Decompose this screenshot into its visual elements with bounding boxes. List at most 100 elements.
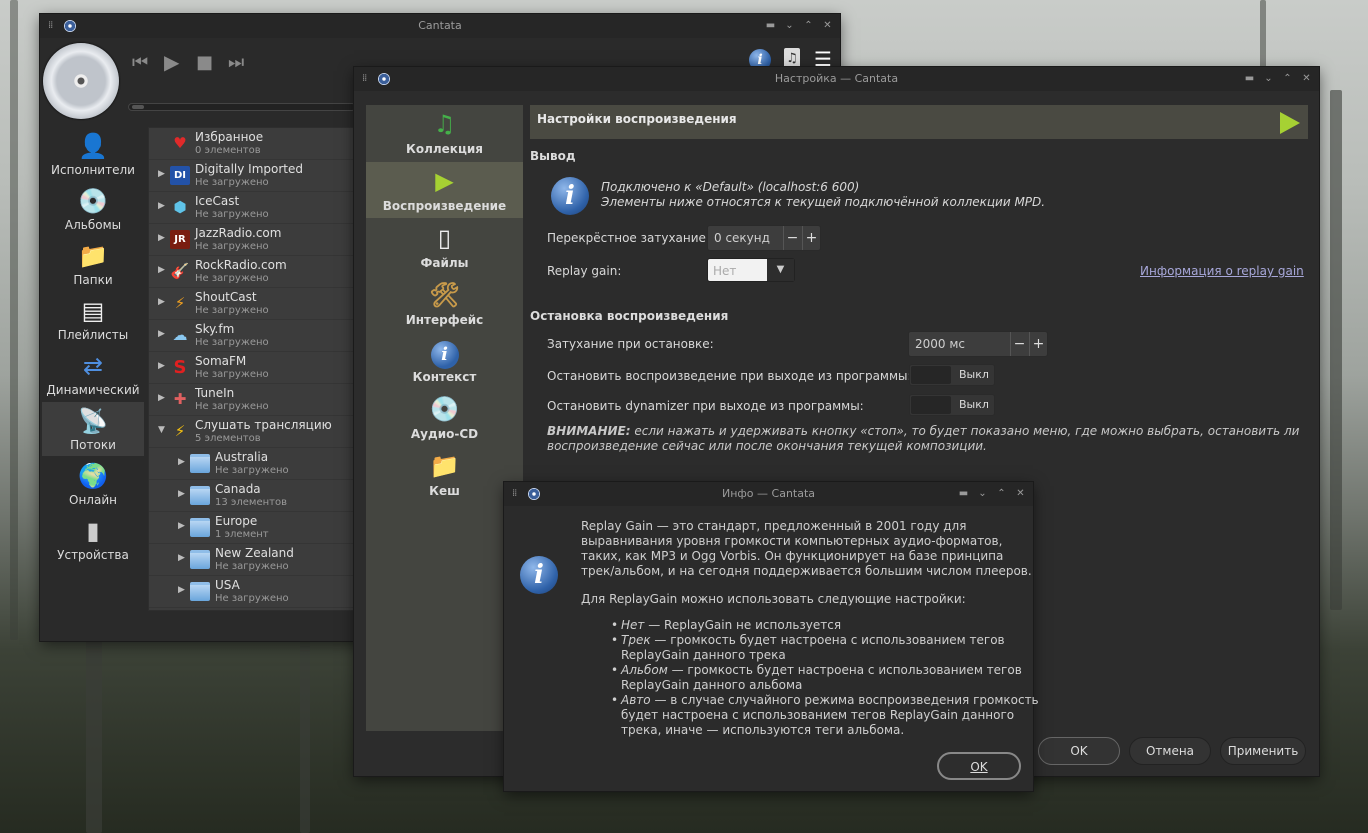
stream-item[interactable]: ▶ ☁ Sky.fm Не загружено: [149, 320, 353, 352]
replaygain-select[interactable]: Нет ▼: [707, 258, 795, 282]
chevron-right-icon[interactable]: ▶: [178, 489, 185, 499]
warning-text: ВНИМАНИЕ: если нажать и удерживать кнопк…: [547, 424, 1299, 438]
info-ok-button[interactable]: OK: [937, 752, 1021, 780]
chevron-right-icon[interactable]: ▶: [158, 201, 165, 211]
stream-item[interactable]: ▶ Europe 1 элемент: [149, 512, 353, 544]
minimize-button[interactable]: ▬: [764, 14, 777, 38]
close-button[interactable]: ✕: [1300, 67, 1313, 91]
warning-line-2: воспроизведение сейчас или после окончан…: [547, 439, 987, 453]
category-3[interactable]: 🛠 Интерфейс: [366, 276, 523, 332]
stream-name: Canada: [215, 482, 261, 496]
maximize-button[interactable]: ⌃: [802, 14, 815, 38]
chevron-right-icon[interactable]: ▶: [158, 265, 165, 275]
window-menu-grip[interactable]: ⁞⁞: [362, 67, 367, 91]
fadeout-spinbox[interactable]: 2000 мс − +: [908, 331, 1048, 357]
stream-item[interactable]: ▶ ⬢ IceCast Не загружено: [149, 192, 353, 224]
nav-item-5[interactable]: 📡 Потоки: [42, 402, 144, 456]
chevron-right-icon[interactable]: ▶: [158, 361, 165, 371]
nav-item-label: Устройства: [57, 548, 129, 562]
stream-name: USA: [215, 578, 240, 592]
stream-item[interactable]: ▶ S SomaFM Не загружено: [149, 352, 353, 384]
category-6[interactable]: 📁 Кеш: [366, 447, 523, 503]
chevron-right-icon[interactable]: ▶: [178, 553, 185, 563]
decrease-button[interactable]: −: [783, 226, 801, 250]
cantata-app-icon: [378, 73, 390, 85]
stream-item[interactable]: ▶ ✚ TuneIn Не загружено: [149, 384, 353, 416]
background-tree: [1330, 90, 1342, 610]
maximize-button[interactable]: ⌃: [995, 482, 1008, 506]
chevron-right-icon[interactable]: ▶: [158, 233, 165, 243]
stream-item[interactable]: ▶ 🎸 RockRadio.com Не загружено: [149, 256, 353, 288]
category-2[interactable]: ▯ Файлы: [366, 219, 523, 275]
stream-status: 13 элементов: [215, 497, 288, 508]
stream-item[interactable]: ▶ Canada 13 элементов: [149, 480, 353, 512]
close-button[interactable]: ✕: [1014, 482, 1027, 506]
nav-item-0[interactable]: 👤 Исполнители: [42, 127, 144, 181]
stream-item[interactable]: ▶ USA Не загружено: [149, 576, 353, 608]
minimize-button[interactable]: ▬: [957, 482, 970, 506]
increase-button[interactable]: +: [1029, 332, 1047, 356]
cancel-button[interactable]: Отмена: [1129, 737, 1211, 765]
nav-item-1[interactable]: 💿 Альбомы: [42, 182, 144, 236]
tunein-icon: ✚: [173, 390, 187, 408]
chevron-right-icon[interactable]: ▶: [158, 329, 165, 339]
stop-dynamizer-toggle[interactable]: Выкл: [909, 394, 995, 416]
stream-item[interactable]: ▶ ⚡ ShoutCast Не загружено: [149, 288, 353, 320]
next-track-button[interactable]: ⏭: [228, 52, 244, 73]
stream-item[interactable]: ♥ Избранное 0 элементов: [149, 128, 353, 160]
stream-item[interactable]: ▶ Australia Не загружено: [149, 448, 353, 480]
maximize-button[interactable]: ⌃: [1281, 67, 1294, 91]
stream-item[interactable]: ▶ New Zealand Не загружено: [149, 544, 353, 576]
window-menu-grip[interactable]: ⁞⁞: [512, 482, 517, 506]
nav-item-7[interactable]: ▮ Устройства: [42, 512, 144, 566]
info-text-line: ReplayGain данного трека: [621, 648, 786, 662]
chevron-right-icon[interactable]: ▶: [158, 169, 165, 179]
stream-status: Не загружено: [195, 369, 269, 380]
guitar-icon: 🎸: [170, 262, 190, 280]
increase-button[interactable]: +: [802, 226, 820, 250]
play-button[interactable]: ▶: [164, 50, 179, 74]
nav-item-4[interactable]: ⇄ Динамический: [42, 347, 144, 401]
folder-icon: [190, 582, 210, 601]
shade-button[interactable]: ⌄: [976, 482, 989, 506]
crossfade-spinbox[interactable]: 0 секунд − +: [707, 225, 821, 251]
shade-button[interactable]: ⌄: [783, 14, 796, 38]
nav-item-3[interactable]: ▤ Плейлисты: [42, 292, 144, 346]
category-1[interactable]: ▶ Воспроизведение: [366, 162, 523, 218]
apply-button[interactable]: Применить: [1220, 737, 1306, 765]
stream-item[interactable]: ▶ DI Digitally Imported Не загружено: [149, 160, 353, 192]
info-text-line: • Альбом — громкость будет настроена с и…: [611, 663, 1022, 678]
shade-button[interactable]: ⌄: [1262, 67, 1275, 91]
nav-item-6[interactable]: 🌍 Онлайн: [42, 457, 144, 511]
chevron-right-icon[interactable]: ▶: [158, 393, 165, 403]
category-5[interactable]: 💿 Аудио-CD: [366, 390, 523, 446]
chevron-down-icon[interactable]: ▼: [158, 425, 165, 435]
jazzradio-icon: JR: [170, 230, 190, 249]
decrease-button[interactable]: −: [1010, 332, 1028, 356]
ok-button[interactable]: OK: [1038, 737, 1120, 765]
close-button[interactable]: ✕: [821, 14, 834, 38]
category-4[interactable]: i Контекст: [366, 333, 523, 389]
minimize-button[interactable]: ▬: [1243, 67, 1256, 91]
stop-on-exit-toggle[interactable]: Выкл: [909, 364, 995, 386]
fadeout-label: Затухание при остановке:: [547, 337, 714, 351]
chevron-right-icon[interactable]: ▶: [178, 521, 185, 531]
chevron-right-icon[interactable]: ▶: [158, 297, 165, 307]
replaygain-info-link[interactable]: Информация о replay gain: [1140, 264, 1304, 278]
nav-item-2[interactable]: 📁 Папки: [42, 237, 144, 291]
previous-track-button[interactable]: ⏮: [132, 52, 148, 73]
stream-item[interactable]: ▶ JR JazzRadio.com Не загружено: [149, 224, 353, 256]
heart-icon: ♥: [173, 134, 187, 152]
folder-icon: [190, 454, 210, 473]
chevron-right-icon[interactable]: ▶: [178, 457, 185, 467]
window-menu-grip[interactable]: ⁞⁞: [48, 14, 53, 38]
stop-button[interactable]: ■: [196, 52, 213, 73]
chevron-right-icon[interactable]: ▶: [178, 585, 185, 595]
stream-item[interactable]: ▼ ⚡ Слушать трансляцию 5 элементов: [149, 416, 353, 448]
main-window-title: Cantata: [418, 19, 462, 32]
seek-slider[interactable]: [128, 103, 356, 111]
stream-name: Digitally Imported: [195, 162, 303, 176]
stream-status: Не загружено: [215, 465, 289, 476]
category-0[interactable]: ♫ Коллекция: [366, 105, 523, 161]
bullet-term: Трек: [621, 633, 651, 647]
